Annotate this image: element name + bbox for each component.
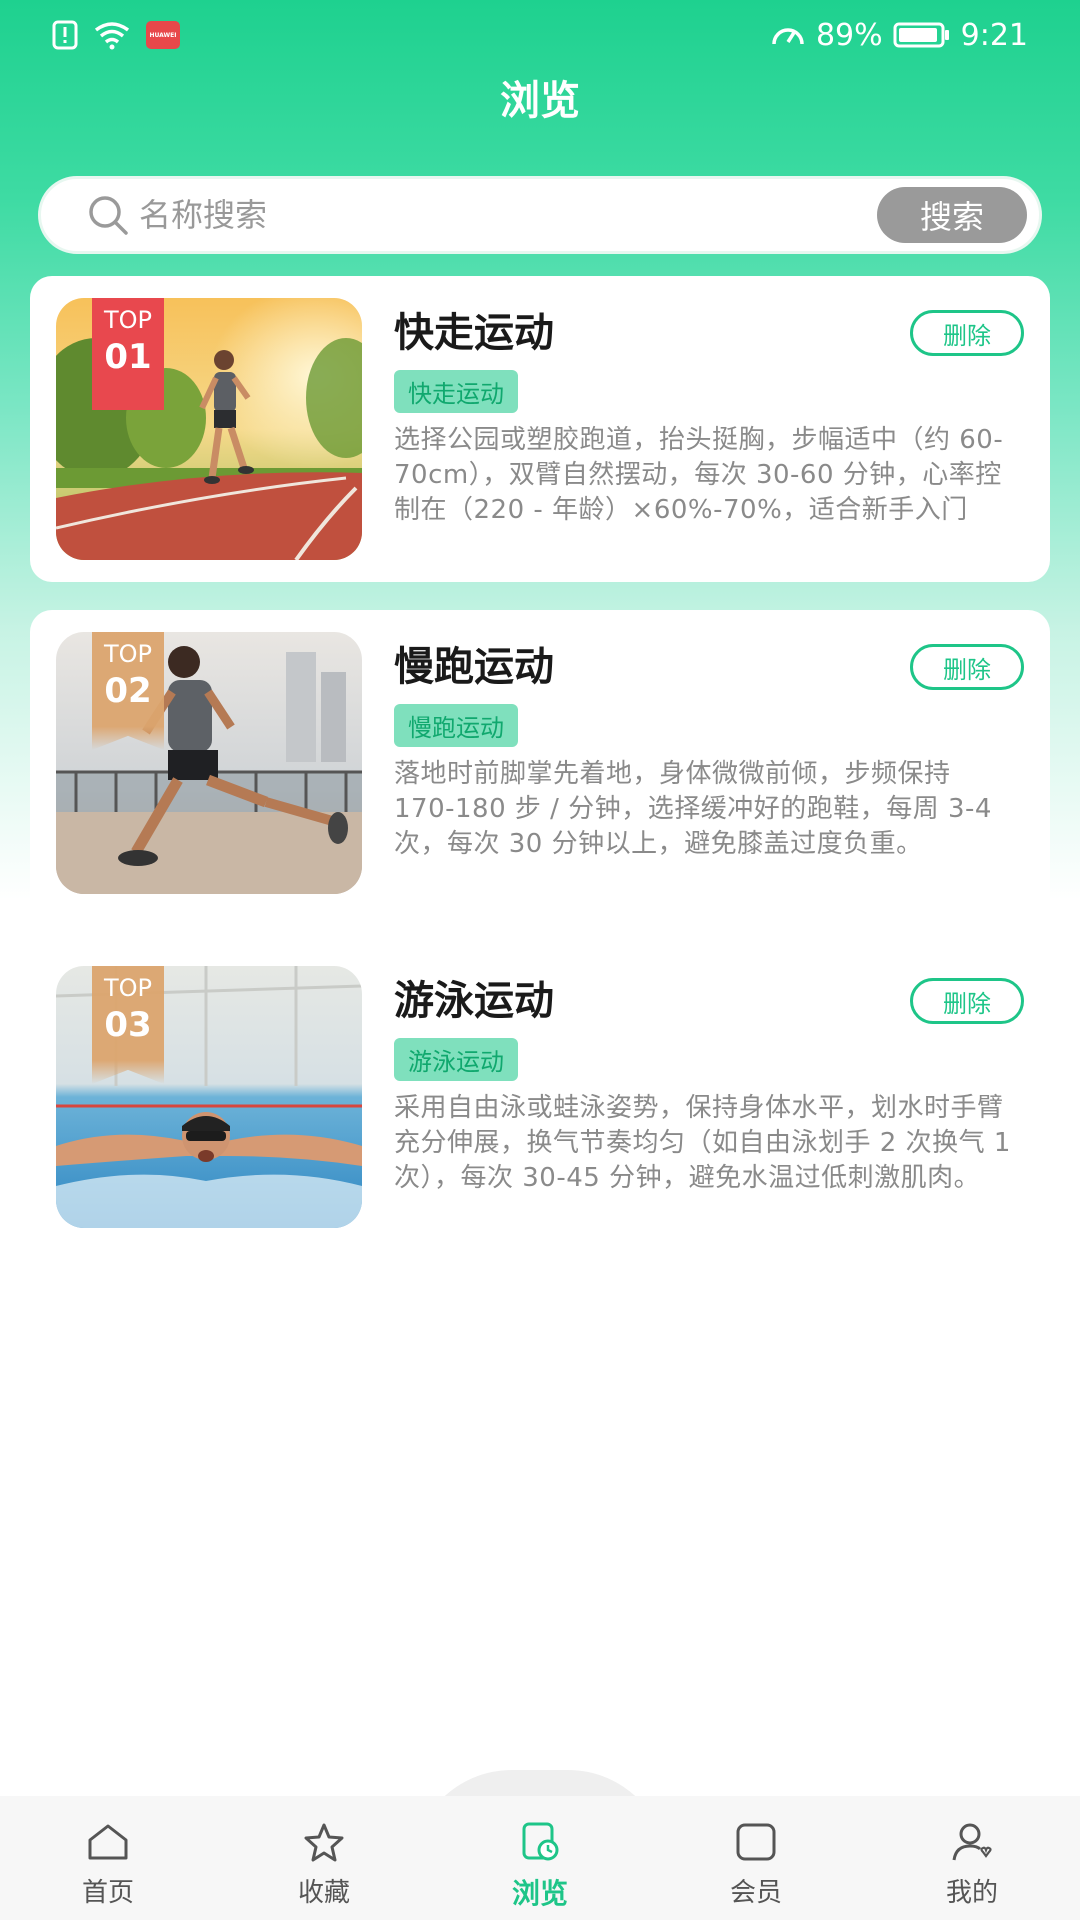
- status-bar: HUAWEI 89% 9:21: [0, 0, 1080, 70]
- rank-top-label: TOP: [103, 974, 153, 1002]
- status-right: 89% 9:21: [770, 18, 1028, 53]
- exercise-list: TOP 01 快走运动 快走运动 选择公园或塑胶跑道，抬头挺胸，步幅适中（约 6…: [30, 276, 1050, 1278]
- tab-label: 浏览: [511, 1877, 568, 1910]
- delete-button[interactable]: 删除: [910, 644, 1024, 690]
- search-icon: [87, 194, 129, 236]
- tab-label: 我的: [945, 1878, 998, 1908]
- search-button[interactable]: 搜索: [877, 187, 1027, 243]
- home-icon: [86, 1822, 130, 1866]
- item-tag: 快走运动: [394, 370, 518, 413]
- tab-home[interactable]: 首页: [0, 1796, 216, 1920]
- profile-icon: [950, 1822, 994, 1866]
- battery-percent: 89%: [815, 17, 883, 53]
- tab-browse[interactable]: 浏览: [432, 1796, 648, 1920]
- huawei-app-icon: HUAWEI: [146, 21, 180, 49]
- list-item[interactable]: TOP 01 快走运动 快走运动 选择公园或塑胶跑道，抬头挺胸，步幅适中（约 6…: [30, 276, 1050, 582]
- bottom-tab-bar: 首页 收藏 浏览 会员 我的: [0, 1796, 1080, 1920]
- delete-button[interactable]: 删除: [910, 310, 1024, 356]
- star-icon: [302, 1822, 346, 1866]
- tab-label: 收藏: [297, 1878, 350, 1908]
- item-description: 采用自由泳或蛙泳姿势，保持身体水平，划水时手臂充分伸展，换气节奏均匀（如自由泳划…: [394, 1093, 1011, 1193]
- member-icon: [734, 1822, 778, 1866]
- rank-badge: TOP 03: [92, 966, 164, 1084]
- page-title: 浏览: [500, 78, 580, 124]
- item-description: 落地时前脚掌先着地，身体微微前倾，步频保持 170-180 步 / 分钟，选择缓…: [394, 759, 992, 859]
- rank-top-label: TOP: [103, 306, 153, 334]
- rank-number: 02: [104, 671, 152, 711]
- rank-badge: TOP 01: [92, 298, 164, 410]
- tab-member[interactable]: 会员: [648, 1796, 864, 1920]
- list-item[interactable]: TOP 02 慢跑运动 慢跑运动 落地时前脚掌先着地，身体微微前倾，步频保持 1…: [30, 610, 1050, 916]
- tab-label: 首页: [81, 1878, 134, 1908]
- browse-icon: [518, 1822, 562, 1866]
- speed-icon: [770, 20, 806, 50]
- item-description: 选择公园或塑胶跑道，抬头挺胸，步幅适中（约 60-70cm），双臂自然摆动，每次…: [394, 425, 1004, 525]
- item-info: 游泳运动 游泳运动 采用自由泳或蛙泳姿势，保持身体水平，划水时手臂充分伸展，换气…: [362, 966, 1024, 1228]
- search-input[interactable]: [139, 196, 877, 234]
- rank-number: 01: [104, 337, 152, 377]
- rank-number: 03: [104, 1005, 152, 1045]
- item-image-walking: TOP 01: [56, 298, 362, 560]
- tab-label: 会员: [729, 1878, 782, 1908]
- clock: 9:21: [960, 17, 1028, 53]
- item-tag: 游泳运动: [394, 1038, 518, 1081]
- item-tag: 慢跑运动: [394, 704, 518, 747]
- delete-button[interactable]: 删除: [910, 978, 1024, 1024]
- item-image-jogging: TOP 02: [56, 632, 362, 894]
- item-info: 慢跑运动 慢跑运动 落地时前脚掌先着地，身体微微前倾，步频保持 170-180 …: [362, 632, 1024, 894]
- rank-top-label: TOP: [103, 640, 153, 668]
- status-left: HUAWEI: [52, 20, 180, 50]
- list-item[interactable]: TOP 03 游泳运动 游泳运动 采用自由泳或蛙泳姿势，保持身体水平，划水时手臂…: [30, 944, 1050, 1250]
- item-info: 快走运动 快走运动 选择公园或塑胶跑道，抬头挺胸，步幅适中（约 60-70cm）…: [362, 298, 1024, 560]
- wifi-icon: [92, 20, 132, 50]
- search-bar: 搜索: [38, 176, 1042, 254]
- tab-favorites[interactable]: 收藏: [216, 1796, 432, 1920]
- rank-badge: TOP 02: [92, 632, 164, 750]
- battery-icon: [893, 21, 951, 49]
- alert-icon: [52, 20, 78, 50]
- item-image-swimming: TOP 03: [56, 966, 362, 1228]
- tab-profile[interactable]: 我的: [864, 1796, 1080, 1920]
